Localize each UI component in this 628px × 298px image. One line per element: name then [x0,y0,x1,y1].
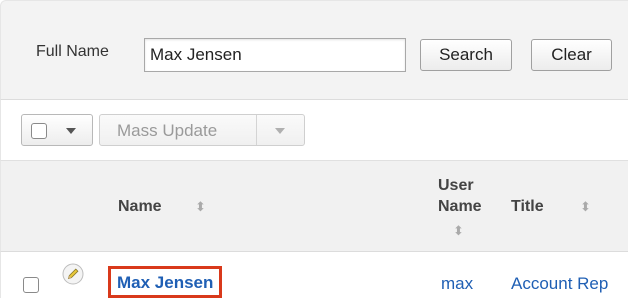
mass-update-label: Mass Update [117,121,218,140]
search-panel: Full Name Search Clear [0,0,628,100]
select-all-dropdown[interactable] [21,114,93,146]
table-row: Max Jensen max Account Rep [0,252,628,298]
column-header-name[interactable]: Name [118,198,162,216]
search-button[interactable]: Search [420,39,512,71]
select-all-checkbox[interactable] [31,123,47,139]
pencil-icon[interactable] [62,263,84,285]
button-divider [256,115,257,145]
user-name-cell[interactable]: max [441,274,473,294]
row-checkbox[interactable] [23,277,39,293]
list-toolbar: Mass Update [0,100,628,160]
table-header: Name ⬍ User Name ⬍ Title ⬍ [0,160,628,252]
sort-icon[interactable]: ⬍ [195,199,206,215]
column-header-user-name[interactable]: User Name [438,175,508,217]
chevron-down-icon[interactable] [275,128,285,134]
sort-icon[interactable]: ⬍ [453,223,464,239]
column-header-title[interactable]: Title [511,198,544,216]
name-link[interactable]: Max Jensen [108,266,223,298]
chevron-down-icon[interactable] [66,128,76,134]
full-name-label: Full Name [36,43,109,60]
full-name-input[interactable] [144,38,406,72]
sort-icon[interactable]: ⬍ [580,199,591,215]
column-header-user-name-line1: User [438,177,474,194]
column-header-user-name-line2: Name [438,198,482,215]
clear-button[interactable]: Clear [531,39,612,71]
title-cell[interactable]: Account Rep [511,274,608,294]
mass-update-button[interactable]: Mass Update [99,114,305,146]
